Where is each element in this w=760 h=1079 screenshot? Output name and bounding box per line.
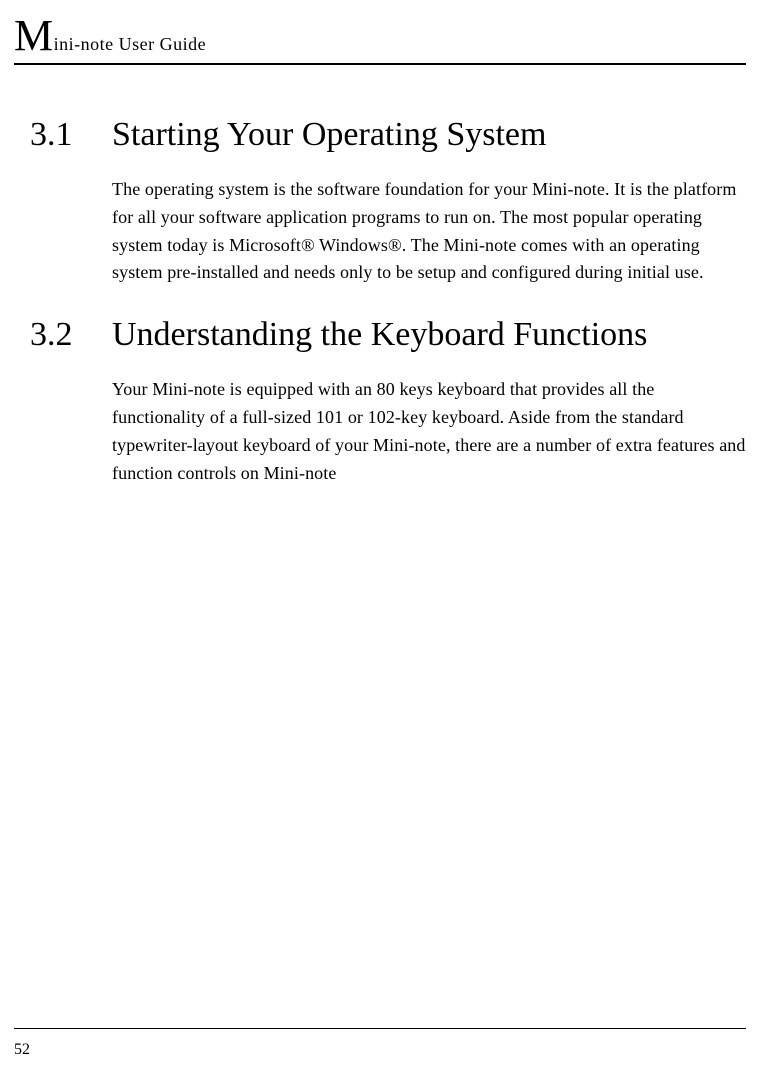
- section-3-1: 3.1 Starting Your Operating System The o…: [30, 115, 746, 287]
- section-heading: 3.1 Starting Your Operating System: [30, 115, 746, 156]
- page-number: 52: [14, 1041, 30, 1059]
- section-number: 3.1: [30, 116, 112, 154]
- section-3-2: 3.2 Understanding the Keyboard Functions…: [30, 315, 746, 487]
- section-heading: 3.2 Understanding the Keyboard Functions: [30, 315, 746, 356]
- header-title-first-char: M: [14, 11, 54, 60]
- footer-divider: [14, 1028, 746, 1029]
- section-number: 3.2: [30, 316, 112, 354]
- section-body: Your Mini-note is equipped with an 80 ke…: [112, 376, 746, 488]
- header-title: Mini-note User Guide: [14, 10, 746, 61]
- section-title: Starting Your Operating System: [112, 115, 546, 156]
- section-body: The operating system is the software fou…: [112, 176, 746, 288]
- page-header: Mini-note User Guide: [14, 10, 746, 65]
- section-title: Understanding the Keyboard Functions: [112, 315, 647, 356]
- content-area: 3.1 Starting Your Operating System The o…: [30, 115, 746, 516]
- header-title-rest: ini-note User Guide: [54, 34, 206, 54]
- header-divider: [14, 63, 746, 65]
